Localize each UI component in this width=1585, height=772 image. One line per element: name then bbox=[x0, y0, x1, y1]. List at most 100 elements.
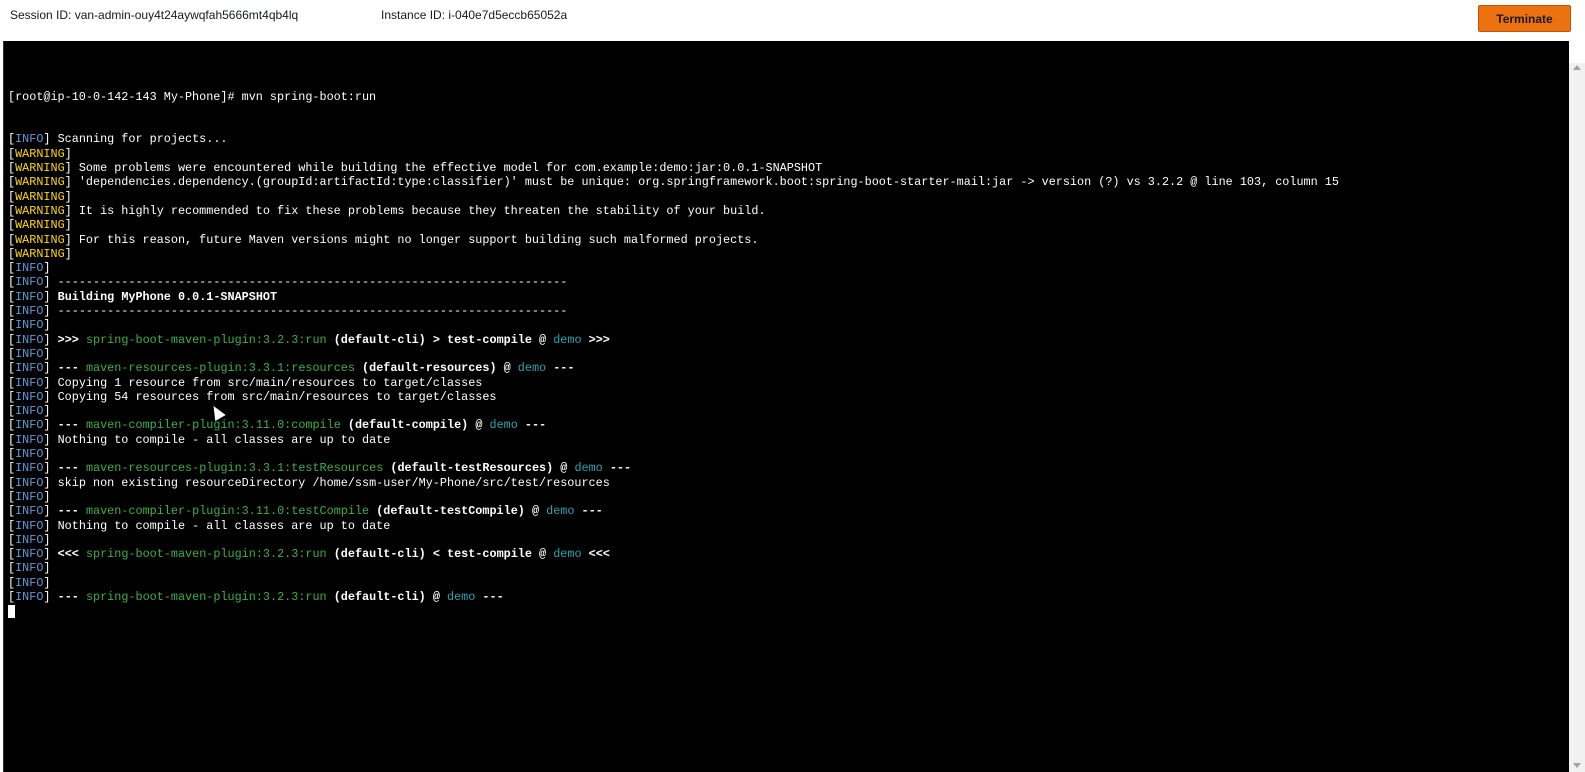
warning-tag: WARNING bbox=[15, 246, 65, 261]
warning-tag: WARNING bbox=[15, 175, 65, 190]
line-text: skip non existing resourceDirectory /hom… bbox=[50, 475, 610, 490]
line-text: @ bbox=[496, 361, 518, 376]
terminal-line: [INFO] bbox=[8, 489, 51, 504]
terminal-line: [WARNING] Some problems were encountered… bbox=[8, 161, 823, 176]
info-tag: INFO bbox=[15, 547, 44, 562]
line-text: --- bbox=[57, 361, 86, 376]
terminal-line: [WARNING] bbox=[8, 218, 72, 233]
line-text bbox=[51, 333, 58, 347]
info-tag: INFO bbox=[15, 404, 44, 419]
line-text: >>> bbox=[581, 332, 610, 347]
line-text bbox=[51, 504, 58, 518]
line-text: ----------------------------------------… bbox=[50, 304, 568, 319]
session-id: Session ID: van-admin-ouy4t24aywqfah5666… bbox=[10, 8, 299, 22]
terminal-line: [INFO] Nothing to compile - all classes … bbox=[8, 518, 391, 533]
line-text: --- bbox=[517, 418, 547, 433]
terminal-line: [INFO] bbox=[8, 346, 51, 361]
line-text: (default-testResources) bbox=[383, 461, 554, 476]
project-name: demo bbox=[574, 461, 603, 476]
line-text: --- bbox=[602, 461, 632, 476]
line-text: --- bbox=[57, 589, 86, 604]
terminal-line: [INFO] Copying 1 resource from src/main/… bbox=[8, 375, 483, 390]
project-name: demo bbox=[517, 361, 547, 376]
project-name: demo bbox=[489, 418, 518, 433]
info-tag: INFO bbox=[15, 318, 44, 333]
terminal-window[interactable]: [root@ip-10-0-142-143 My-Phone]# mvn spr… bbox=[3, 41, 1569, 772]
line-text: Copying 54 resources from src/main/resou… bbox=[50, 389, 497, 404]
line-text: (default-cli) bbox=[326, 589, 426, 604]
info-tag: INFO bbox=[15, 132, 44, 147]
session-header: Session ID: van-admin-ouy4t24aywqfah5666… bbox=[0, 0, 1585, 40]
line-text: (default-compile) bbox=[340, 418, 469, 433]
line-text: (default-resources) bbox=[354, 361, 497, 376]
line-text: @ bbox=[531, 547, 554, 562]
terminal-line: [INFO] bbox=[8, 447, 51, 462]
line-text bbox=[51, 418, 58, 432]
terminal-line: [WARNING] For this reason, future Maven … bbox=[8, 232, 759, 247]
terminal-line: [INFO] Scanning for projects... bbox=[8, 132, 228, 147]
line-text: ----------------------------------------… bbox=[50, 275, 568, 290]
line-text: <<< bbox=[57, 547, 86, 562]
info-tag: INFO bbox=[15, 304, 44, 319]
terminal-line: [WARNING] bbox=[8, 189, 72, 204]
scroll-up-arrow-icon[interactable] bbox=[1573, 65, 1581, 70]
terminal-line: [INFO] --- spring-boot-maven-plugin:3.2.… bbox=[8, 589, 504, 604]
warning-tag: WARNING bbox=[15, 203, 65, 218]
info-tag: INFO bbox=[15, 532, 44, 547]
terminal-line: [INFO] bbox=[8, 575, 51, 590]
line-text: --- bbox=[475, 589, 504, 604]
project-name: demo bbox=[447, 589, 476, 604]
line-text: < bbox=[425, 547, 448, 562]
terminal-line: [INFO] --- maven-resources-plugin:3.3.1:… bbox=[8, 361, 575, 376]
info-tag: INFO bbox=[15, 432, 44, 447]
info-tag: INFO bbox=[15, 361, 44, 376]
project-name: demo bbox=[553, 547, 582, 562]
warning-tag: WARNING bbox=[15, 232, 65, 247]
info-tag: INFO bbox=[15, 475, 44, 490]
info-tag: INFO bbox=[15, 518, 44, 533]
terminal-line: [WARNING] 'dependencies.dependency.(grou… bbox=[8, 175, 1339, 190]
line-text bbox=[51, 461, 58, 475]
terminal-line: [INFO] bbox=[8, 532, 51, 547]
terminal-line: [INFO] Nothing to compile - all classes … bbox=[8, 432, 391, 447]
line-text: @ bbox=[468, 418, 490, 433]
line-text: (default-cli) bbox=[326, 332, 426, 347]
terminate-button[interactable]: Terminate bbox=[1478, 5, 1571, 32]
info-tag: INFO bbox=[15, 375, 44, 390]
line-text: (default-cli) bbox=[326, 547, 426, 562]
plugin-name: maven-compiler-plugin:3.11.0:testCompile bbox=[85, 504, 370, 519]
terminal-line: [INFO] ---------------------------------… bbox=[8, 275, 568, 290]
terminal-prompt-line: [root@ip-10-0-142-143 My-Phone]# mvn spr… bbox=[8, 89, 377, 104]
plugin-name: spring-boot-maven-plugin:3.2.3:run bbox=[85, 332, 327, 347]
info-tag: INFO bbox=[15, 275, 44, 290]
warning-tag: WARNING bbox=[15, 189, 65, 204]
project-name: demo bbox=[546, 504, 575, 519]
terminal-line: [WARNING] bbox=[8, 146, 72, 161]
warning-tag: WARNING bbox=[15, 146, 65, 161]
line-text: Scanning for projects... bbox=[50, 132, 228, 147]
line-text: Some problems were encountered while bui… bbox=[71, 161, 823, 176]
line-text: --- bbox=[574, 504, 603, 519]
terminal-cursor-line bbox=[8, 604, 1339, 618]
line-text: --- bbox=[57, 461, 86, 476]
line-text: test-compile bbox=[447, 547, 532, 562]
line-text: --- bbox=[57, 504, 86, 519]
line-text: Nothing to compile - all classes are up … bbox=[50, 518, 391, 533]
terminal-output: [root@ip-10-0-142-143 My-Phone]# mvn spr… bbox=[8, 61, 1339, 619]
terminal-line: [WARNING] It is highly recommended to fi… bbox=[8, 203, 766, 218]
terminal-line: [INFO] bbox=[8, 404, 51, 419]
plugin-name: maven-compiler-plugin:3.11.0:compile bbox=[85, 418, 341, 433]
project-name: demo bbox=[553, 332, 582, 347]
line-text bbox=[51, 290, 58, 304]
terminal-line: [INFO] bbox=[8, 261, 51, 276]
line-text: @ bbox=[531, 332, 554, 347]
line-text: > bbox=[425, 332, 448, 347]
terminal-line: [INFO] Copying 54 resources from src/mai… bbox=[8, 389, 497, 404]
line-text: @ bbox=[553, 461, 575, 476]
line-text bbox=[51, 590, 58, 604]
terminal-line: [INFO] ---------------------------------… bbox=[8, 304, 568, 319]
scroll-down-arrow-icon[interactable] bbox=[1573, 763, 1581, 768]
terminal-scrollbar[interactable] bbox=[1569, 63, 1585, 772]
info-tag: INFO bbox=[15, 461, 44, 476]
line-text: 'dependencies.dependency.(groupId:artifa… bbox=[71, 175, 1339, 190]
